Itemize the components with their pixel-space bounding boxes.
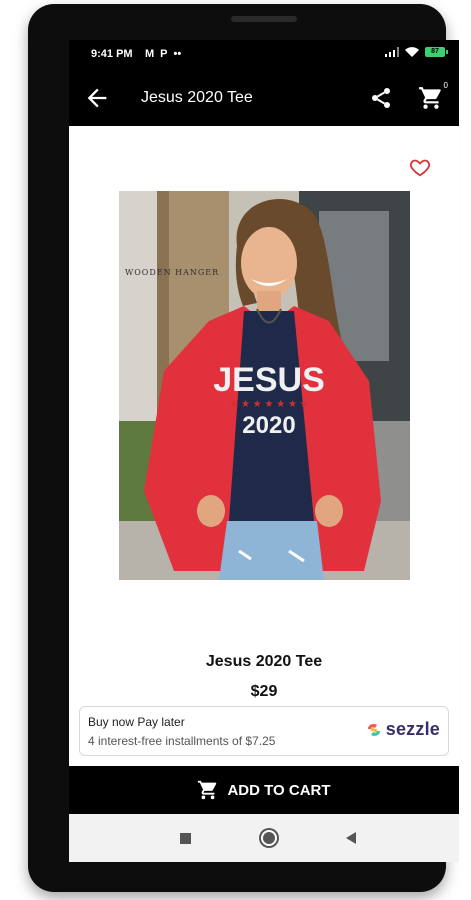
sezzle-pay-later-box[interactable]: Buy now Pay later 4 interest-free instal… xyxy=(79,706,449,756)
installments-text: 4 interest-free installments of $7.25 xyxy=(88,734,276,748)
shopping-cart-icon xyxy=(198,780,217,800)
back-arrow-icon[interactable] xyxy=(83,84,111,112)
page-title: Jesus 2020 Tee xyxy=(141,89,253,106)
cart-count-badge: 0 xyxy=(443,81,448,90)
shirt-print-line1: JESUS xyxy=(213,361,325,399)
notification-icons: M P •• xyxy=(145,48,181,60)
cart-button[interactable]: 0 xyxy=(418,81,448,111)
signal-icon xyxy=(385,47,399,57)
product-image[interactable]: WOODEN HANGER JESUS ★ ★ ★ ★ ★ ★ ★ 2020 xyxy=(119,191,410,580)
phone-frame: 9:41 PM M P •• 87 Jesus 2020 Tee 0 WOODE… xyxy=(28,4,459,892)
image-watermark: WOODEN HANGER xyxy=(125,268,219,277)
android-nav-bar xyxy=(69,814,459,862)
speaker-grille xyxy=(231,16,297,22)
product-name: Jesus 2020 Tee xyxy=(205,653,323,670)
more-notifications-icon: •• xyxy=(173,48,182,60)
shirt-print-stars: ★ ★ ★ ★ ★ ★ ★ xyxy=(229,399,308,410)
product-photo: WOODEN HANGER JESUS ★ ★ ★ ★ ★ ★ ★ 2020 xyxy=(119,191,410,580)
status-bar: 9:41 PM M P •• 87 xyxy=(69,40,459,70)
sezzle-wordmark: sezzle xyxy=(385,719,440,739)
sezzle-mark-icon xyxy=(367,723,380,736)
p-app-icon: P xyxy=(160,48,168,60)
wifi-icon xyxy=(405,47,419,57)
shirt-print-line2: 2020 xyxy=(242,412,295,439)
add-to-cart-button[interactable]: ADD TO CART xyxy=(69,766,459,814)
sezzle-logo: sezzle xyxy=(365,719,440,740)
app-bar: Jesus 2020 Tee 0 xyxy=(69,70,459,126)
product-price: $29 xyxy=(250,683,278,700)
home-icon[interactable] xyxy=(260,830,277,846)
share-icon[interactable] xyxy=(369,86,393,110)
add-to-cart-label: ADD TO CART xyxy=(227,781,331,799)
recent-apps-icon[interactable] xyxy=(180,832,191,844)
status-time: 9:41 PM xyxy=(91,48,133,60)
mail-icon: M xyxy=(145,48,155,60)
battery-icon: 87 xyxy=(425,47,448,57)
app-screen: 9:41 PM M P •• 87 Jesus 2020 Tee 0 WOODE… xyxy=(69,40,459,862)
shopping-cart-icon xyxy=(419,87,441,109)
favorite-heart-icon[interactable] xyxy=(409,156,431,178)
nav-back-icon[interactable] xyxy=(346,832,356,844)
pay-later-headline: Buy now Pay later xyxy=(88,715,185,729)
